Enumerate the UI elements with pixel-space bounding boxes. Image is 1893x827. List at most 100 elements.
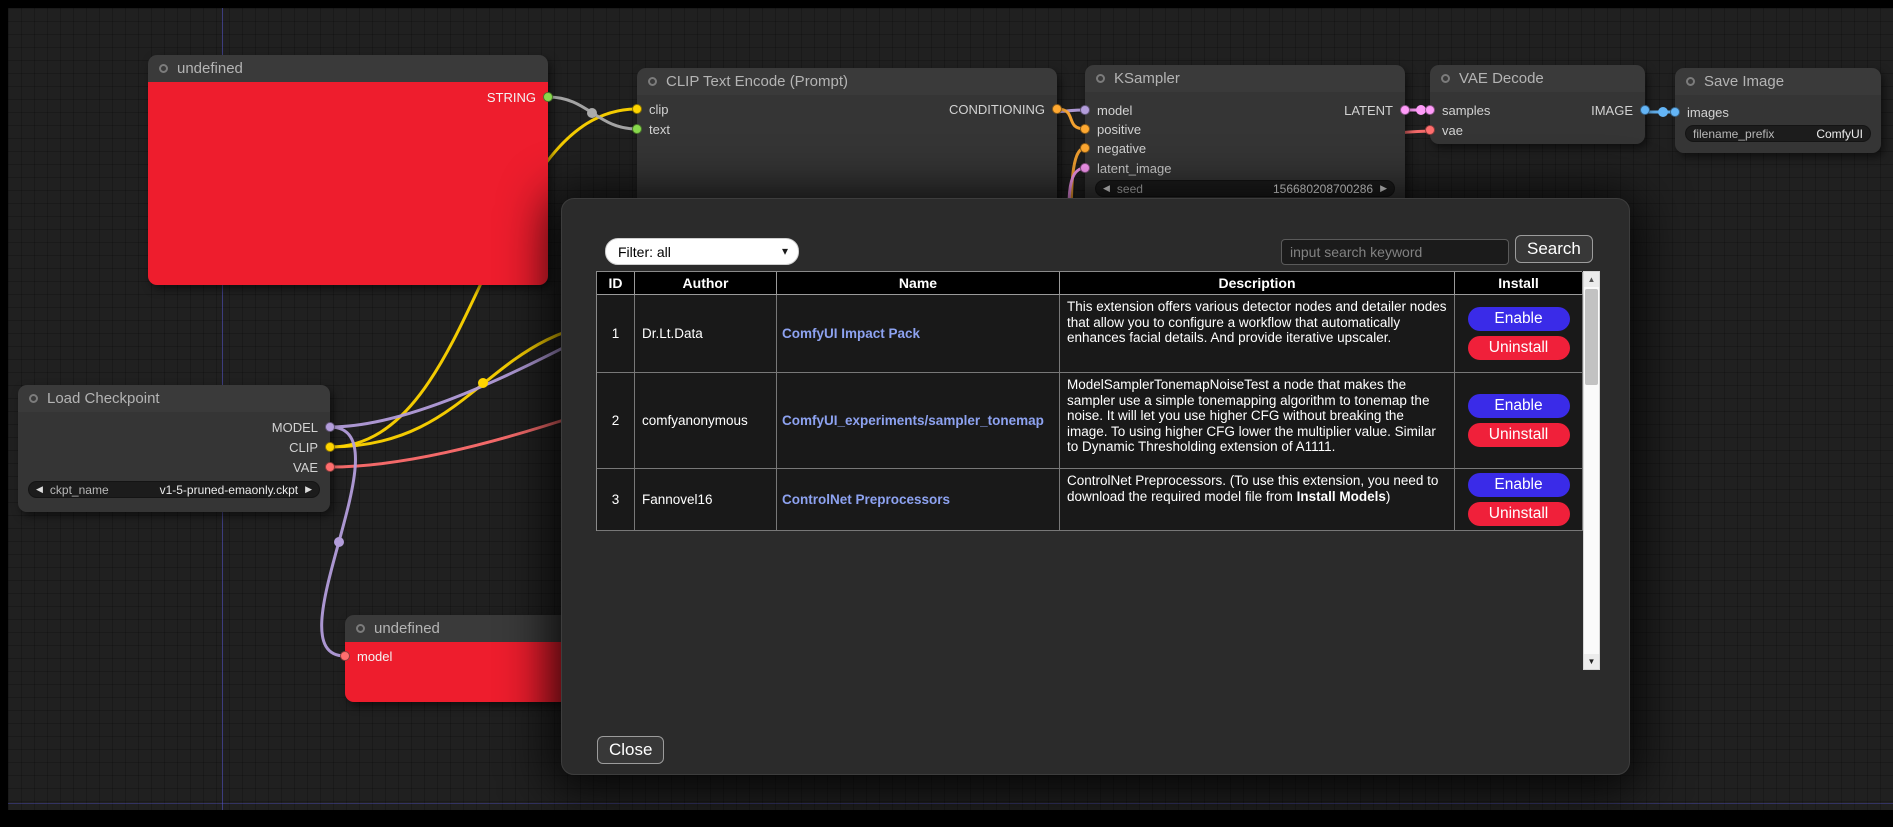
cell-author: Dr.Lt.Data (635, 295, 777, 373)
node-title-bar[interactable]: VAE Decode (1430, 65, 1645, 92)
node-title-bar[interactable]: CLIP Text Encode (Prompt) (637, 68, 1057, 95)
port-dot[interactable] (325, 462, 335, 472)
search-input[interactable] (1281, 239, 1509, 265)
output-port-conditioning[interactable]: CONDITIONING (949, 101, 1062, 117)
port-dot[interactable] (632, 124, 642, 134)
table-scrollbar[interactable]: ▲ ▼ (1583, 271, 1600, 670)
output-port-string[interactable]: STRING (487, 89, 553, 105)
column-header-install: Install (1455, 272, 1583, 295)
node-status-icon[interactable] (1096, 74, 1105, 83)
input-port-model[interactable]: model (340, 648, 392, 664)
description-bold: Install Models (1297, 489, 1386, 504)
node-status-icon[interactable] (1686, 77, 1695, 86)
node-status-icon[interactable] (356, 624, 365, 633)
cell-install: Enable Uninstall (1455, 295, 1583, 373)
scroll-up-icon[interactable]: ▲ (1584, 272, 1599, 287)
port-dot[interactable] (340, 651, 350, 661)
scrollbar-thumb[interactable] (1585, 289, 1598, 385)
widget-value: v1-5-pruned-emaonly.ckpt (160, 483, 299, 497)
uninstall-button[interactable]: Uninstall (1468, 336, 1570, 360)
port-label: CLIP (289, 440, 318, 455)
comfyui-app: undefined STRING CLIP Text Encode (Promp… (0, 0, 1893, 827)
node-status-icon[interactable] (159, 64, 168, 73)
input-port-images[interactable]: images (1670, 104, 1729, 120)
port-label: MODEL (272, 420, 318, 435)
node-status-icon[interactable] (648, 77, 657, 86)
node-title-bar[interactable]: Load Checkpoint (18, 385, 330, 412)
extension-link[interactable]: ControlNet Preprocessors (782, 492, 950, 507)
extension-link[interactable]: ComfyUI Impact Pack (782, 326, 920, 341)
port-dot[interactable] (325, 442, 335, 452)
node-title-bar[interactable]: KSampler (1085, 65, 1405, 92)
input-port-text[interactable]: text (632, 121, 670, 137)
port-dot[interactable] (1425, 125, 1435, 135)
port-label: images (1687, 105, 1729, 120)
close-button[interactable]: Close (597, 736, 664, 764)
seed-widget[interactable]: ◀ seed 156680208700286 ▶ (1095, 180, 1395, 197)
filter-select[interactable]: Filter: all (605, 238, 799, 265)
node-undefined-top[interactable]: undefined STRING (148, 55, 548, 285)
port-dot[interactable] (1080, 124, 1090, 134)
port-label: LATENT (1344, 103, 1393, 118)
input-port-clip[interactable]: clip (632, 101, 669, 117)
input-port-vae[interactable]: vae (1425, 122, 1463, 138)
input-port-latent-image[interactable]: latent_image (1080, 160, 1171, 176)
increment-arrow-icon[interactable]: ▶ (1380, 184, 1387, 193)
enable-button[interactable]: Enable (1468, 307, 1570, 331)
node-status-icon[interactable] (1441, 74, 1450, 83)
node-title: undefined (177, 60, 243, 77)
search-button[interactable]: Search (1515, 235, 1593, 263)
enable-button[interactable]: Enable (1468, 473, 1570, 497)
filename-prefix-widget[interactable]: filename_prefix ComfyUI (1685, 125, 1871, 142)
cell-install: Enable Uninstall (1455, 373, 1583, 469)
previous-arrow-icon[interactable]: ◀ (36, 485, 43, 494)
output-port-model[interactable]: MODEL (272, 419, 335, 435)
node-title-bar[interactable]: Save Image (1675, 68, 1881, 95)
port-dot[interactable] (1052, 104, 1062, 114)
output-port-image[interactable]: IMAGE (1591, 102, 1650, 118)
port-label: text (649, 122, 670, 137)
node-status-icon[interactable] (29, 394, 38, 403)
node-title-bar[interactable]: undefined (148, 55, 548, 82)
port-dot[interactable] (1670, 107, 1680, 117)
uninstall-button[interactable]: Uninstall (1468, 502, 1570, 526)
table-row: 1 Dr.Lt.Data ComfyUI Impact Pack This ex… (597, 295, 1582, 373)
node-clip-text-encode[interactable]: CLIP Text Encode (Prompt) clip text COND… (637, 68, 1057, 215)
port-dot[interactable] (1080, 143, 1090, 153)
extension-link[interactable]: ComfyUI_experiments/sampler_tonemap (782, 413, 1044, 428)
output-port-latent[interactable]: LATENT (1344, 102, 1410, 118)
input-port-samples[interactable]: samples (1425, 102, 1490, 118)
cell-description: This extension offers various detector n… (1060, 295, 1455, 373)
node-body: images filename_prefix ComfyUI (1675, 95, 1881, 153)
decrement-arrow-icon[interactable]: ◀ (1103, 184, 1110, 193)
port-dot[interactable] (325, 422, 335, 432)
ckpt-name-widget[interactable]: ◀ ckpt_name v1-5-pruned-emaonly.ckpt ▶ (28, 481, 320, 498)
port-dot[interactable] (1640, 105, 1650, 115)
port-dot[interactable] (1400, 105, 1410, 115)
uninstall-button[interactable]: Uninstall (1468, 423, 1570, 447)
enable-button[interactable]: Enable (1468, 394, 1570, 418)
node-load-checkpoint[interactable]: Load Checkpoint MODEL CLIP VAE ◀ ckpt_na… (18, 385, 330, 512)
cell-id: 2 (597, 373, 635, 469)
port-dot[interactable] (632, 104, 642, 114)
node-save-image[interactable]: Save Image images filename_prefix ComfyU… (1675, 68, 1881, 153)
input-port-negative[interactable]: negative (1080, 140, 1146, 156)
node-undefined-bottom[interactable]: undefined model (345, 615, 575, 702)
column-header-name: Name (777, 272, 1060, 295)
widget-label: seed (1117, 182, 1143, 196)
node-title-bar[interactable]: undefined (345, 615, 575, 642)
port-dot[interactable] (543, 92, 553, 102)
output-port-clip[interactable]: CLIP (289, 439, 335, 455)
port-dot[interactable] (1080, 105, 1090, 115)
next-arrow-icon[interactable]: ▶ (305, 485, 312, 494)
input-port-positive[interactable]: positive (1080, 121, 1141, 137)
output-port-vae[interactable]: VAE (293, 459, 335, 475)
node-vae-decode[interactable]: VAE Decode samples vae IMAGE (1430, 65, 1645, 144)
table-header-row: ID Author Name Description Install (597, 272, 1582, 295)
port-label: model (357, 649, 392, 664)
port-dot[interactable] (1080, 163, 1090, 173)
input-port-model[interactable]: model (1080, 102, 1132, 118)
node-body: clip text CONDITIONING (637, 95, 1057, 215)
port-dot[interactable] (1425, 105, 1435, 115)
scroll-down-icon[interactable]: ▼ (1584, 654, 1599, 669)
